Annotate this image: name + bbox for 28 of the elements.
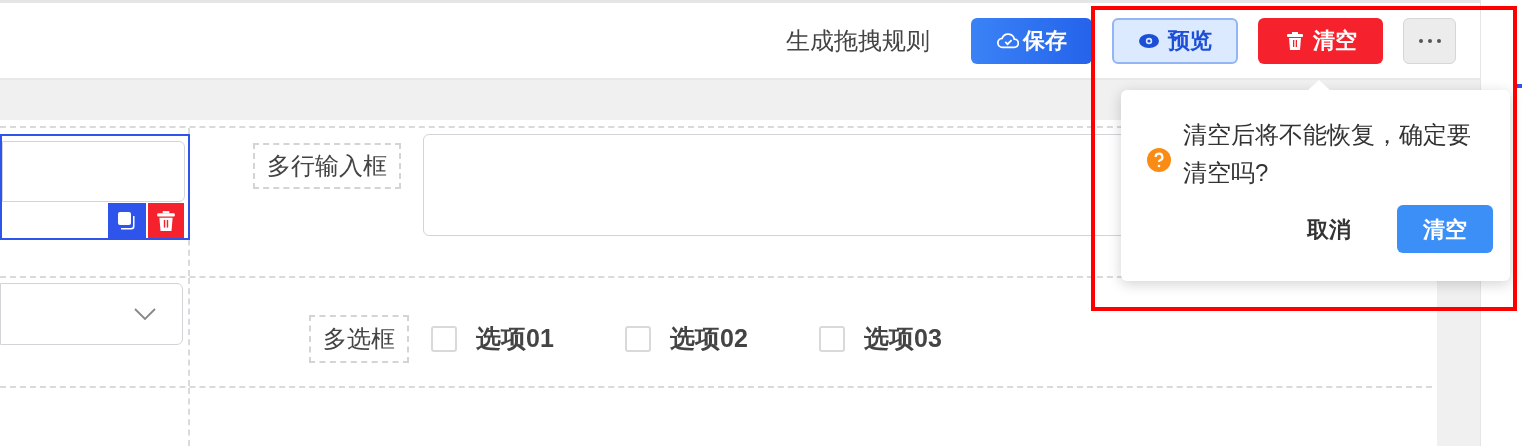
chevron-down-icon [134,308,156,320]
checkbox[interactable] [819,325,845,352]
ellipsis-icon [1418,38,1441,43]
form-item[interactable] [0,134,190,240]
delete-button[interactable] [148,203,184,238]
form-item[interactable]: 多选框 选项01 选项02 选项03 [190,278,1432,386]
cancel-button[interactable]: 取消 [1307,212,1351,246]
cloud-upload-icon [996,31,1019,50]
clear-button[interactable]: 清空 [1258,17,1383,64]
generate-rules-link[interactable]: 生成拖拽规则 [786,22,930,59]
input-field[interactable] [2,141,185,202]
copy-icon [117,210,137,231]
question-icon [1147,148,1171,172]
field-label: 多选框 [309,314,409,363]
checkbox[interactable] [431,325,457,352]
trash-icon [155,209,177,232]
checkbox[interactable] [625,325,651,352]
preview-button[interactable]: 预览 [1112,17,1238,64]
field-label: 多行输入框 [253,143,401,189]
confirm-message: 清空后将不能恢复，确定要清空吗? [1183,120,1472,188]
checkbox-option[interactable]: 选项03 [819,319,1013,358]
checkbox-option[interactable]: 选项02 [625,319,819,358]
copy-button[interactable] [108,203,146,238]
trash-icon [1284,30,1305,51]
more-button[interactable] [1403,17,1456,64]
checkbox-option[interactable]: 选项01 [431,319,625,358]
eye-icon [1138,32,1160,49]
save-button[interactable]: 保存 [971,17,1092,64]
